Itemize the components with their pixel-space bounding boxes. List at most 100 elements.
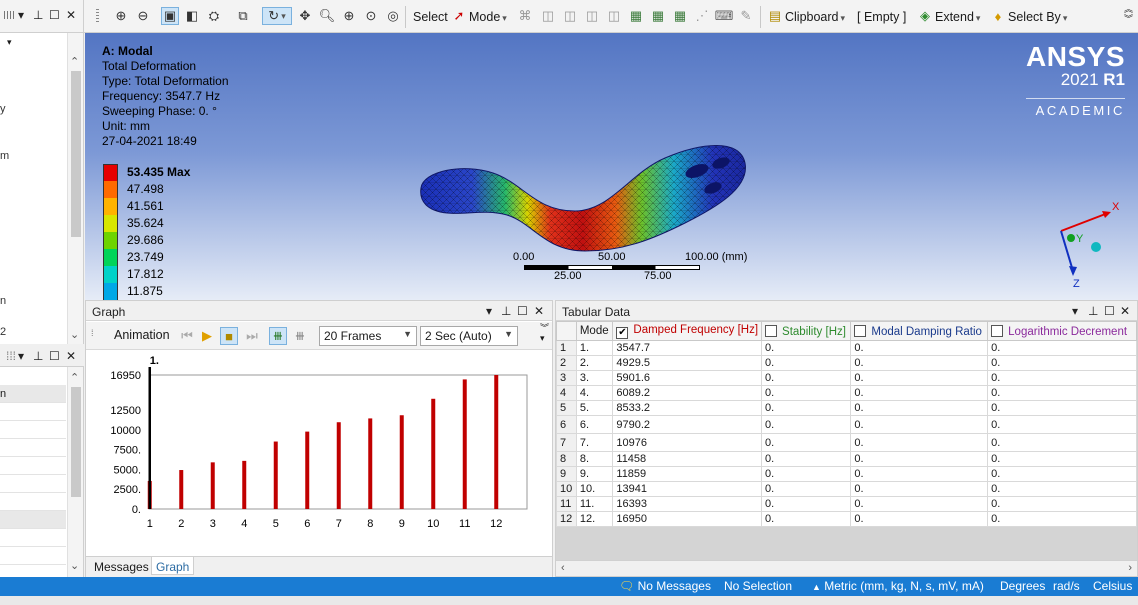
checkbox[interactable] [854, 324, 867, 337]
table-cell[interactable]: 0. [987, 481, 1137, 497]
scroll-down-icon[interactable]: ⌄ [70, 559, 79, 572]
tabular-hscrollbar[interactable]: ‹ › [556, 560, 1137, 576]
details-row[interactable] [0, 475, 66, 493]
table-cell[interactable]: 2. [575, 355, 614, 371]
table-cell[interactable]: 0. [850, 496, 989, 512]
table-row[interactable]: 9 9. 11859 0. 0. 0. [556, 466, 1137, 482]
scroll-thumb[interactable] [71, 387, 81, 497]
table-cell[interactable]: 0. [987, 496, 1137, 512]
rate-unit-status[interactable]: rad/s [1053, 579, 1080, 593]
table-cell[interactable]: 5. [575, 400, 614, 416]
scroll-down-icon[interactable]: ⌄ [70, 328, 79, 341]
chart-bar[interactable] [179, 470, 184, 509]
duration-select[interactable]: 2 Sec (Auto) ▼ [420, 326, 518, 346]
dropdown-icon[interactable]: ▾ [1072, 304, 1078, 318]
table-cell[interactable]: 3. [575, 370, 614, 386]
table-cell[interactable]: 13941 [612, 481, 763, 497]
table-cell[interactable]: 0. [987, 511, 1137, 527]
table-cell[interactable]: 0. [987, 400, 1137, 416]
axis-triad[interactable]: X Y Z [1053, 198, 1123, 288]
tree-node-fragment[interactable]: n [0, 295, 6, 307]
element-select-icon[interactable]: ▦ [627, 7, 645, 25]
shaded-view-icon[interactable]: ◧ [183, 7, 201, 25]
tree-node-fragment[interactable]: 2 [0, 326, 6, 338]
chart-bar[interactable] [368, 418, 373, 509]
face-select-icon[interactable]: ◫ [561, 7, 579, 25]
table-cell[interactable]: 11. [575, 496, 614, 512]
checkbox-checked[interactable]: ✔ [616, 326, 629, 339]
probe-icon[interactable]: ⋰ [693, 7, 711, 25]
unit-system-status[interactable]: ▲ Metric (mm, kg, N, s, mV, mA) [812, 579, 984, 593]
temperature-unit-status[interactable]: Celsius [1093, 579, 1132, 593]
table-cell[interactable]: 0. [850, 466, 989, 482]
table-cell[interactable]: 0. [761, 466, 852, 482]
table-cell[interactable]: 0. [761, 511, 852, 527]
scroll-up-icon[interactable]: ⌃ [70, 371, 79, 384]
maximize-icon[interactable]: ☐ [1104, 304, 1115, 318]
table-cell[interactable]: 3547.7 [612, 340, 763, 356]
table-cell[interactable]: 9. [575, 466, 614, 482]
table-cell[interactable]: 0. [987, 385, 1137, 401]
table-cell[interactable]: 4. [575, 385, 614, 401]
maximize-icon[interactable]: ☐ [517, 304, 528, 318]
table-cell[interactable]: 0. [987, 340, 1137, 356]
pin-icon[interactable]: ⊥ [1088, 304, 1098, 318]
close-icon[interactable]: ✕ [66, 8, 76, 22]
dropdown-icon[interactable]: ▾ [18, 349, 24, 363]
clipboard-dropdown[interactable]: Clipboard ▾ [785, 10, 845, 24]
details-row[interactable] [0, 547, 66, 565]
zoom-in-icon[interactable]: ⊕ [112, 7, 130, 25]
solid-view-icon[interactable]: ▣ [161, 7, 179, 25]
table-cell[interactable]: 0. [850, 433, 989, 452]
table-cell[interactable]: 0. [761, 400, 852, 416]
zoom-fit-icon[interactable]: ⊙ [362, 7, 380, 25]
result-sets-icon[interactable]: ⧻ [291, 327, 309, 345]
messages-status[interactable]: 🗨︎ No Messages [619, 579, 711, 593]
close-icon[interactable]: ✕ [66, 349, 76, 363]
chart-bar[interactable] [494, 375, 499, 509]
tree-node-fragment[interactable]: y [0, 103, 6, 115]
mesh-select-icon[interactable]: ▦ [671, 7, 689, 25]
select-button[interactable]: Select [413, 10, 448, 24]
outline-scrollbar[interactable]: ⌃ ⌄ [67, 33, 83, 344]
table-cell[interactable]: 0. [761, 355, 852, 371]
body-select-icon[interactable]: ◫ [583, 7, 601, 25]
table-row[interactable]: 10 10. 13941 0. 0. 0. [556, 481, 1137, 497]
maximize-icon[interactable]: ☐ [49, 8, 60, 22]
next-frame-icon[interactable]: ⏭ [243, 327, 261, 345]
table-cell[interactable]: 0. [987, 451, 1137, 467]
distributed-frames-icon[interactable]: ⧻ [269, 327, 287, 345]
details-row[interactable] [0, 529, 66, 547]
row-number-cell[interactable]: 12 [556, 511, 577, 527]
table-row[interactable]: 4 4. 6089.2 0. 0. 0. [556, 385, 1137, 401]
column-header-damped-frequency[interactable]: ✔ Damped Frequency [Hz] [612, 321, 763, 341]
column-header-logarithmic-decrement[interactable]: Logarithmic Decrement [987, 321, 1137, 341]
column-header-mode[interactable]: Mode [575, 321, 614, 341]
mode-dropdown[interactable]: Mode ▾ [469, 10, 507, 24]
deformed-model[interactable] [415, 133, 755, 258]
table-cell[interactable]: 11859 [612, 466, 763, 482]
details-row[interactable] [0, 439, 66, 457]
table-cell[interactable]: 16950 [612, 511, 763, 527]
chart-bar[interactable] [399, 415, 404, 509]
table-cell[interactable]: 11458 [612, 451, 763, 467]
graphics-viewport[interactable]: A: Modal Total Deformation Type: Total D… [85, 33, 1138, 300]
dropdown-icon[interactable]: ▾ [486, 304, 492, 318]
table-row[interactable]: 11 11. 16393 0. 0. 0. [556, 496, 1137, 512]
chart-bar[interactable] [462, 379, 467, 509]
table-row[interactable]: 8 8. 11458 0. 0. 0. [556, 451, 1137, 467]
table-cell[interactable]: 0. [987, 433, 1137, 452]
table-cell[interactable]: 12. [575, 511, 614, 527]
details-row[interactable] [0, 421, 66, 439]
chevron-down-icon[interactable]: ▾ [7, 37, 12, 48]
box-zoom-icon[interactable]: ⊕ [340, 7, 358, 25]
row-number-cell[interactable]: 5 [556, 400, 577, 416]
tab-messages[interactable]: Messages [90, 560, 153, 574]
chart-bar[interactable] [273, 441, 278, 509]
row-number-cell[interactable]: 8 [556, 451, 577, 467]
wireframe-view-icon[interactable]: ⛭ [205, 7, 223, 25]
element-face-select-icon[interactable]: ▦ [649, 7, 667, 25]
rotate-tool-icon[interactable]: ↻ ▾ [262, 7, 292, 25]
table-cell[interactable]: 10. [575, 481, 614, 497]
table-cell[interactable]: 16393 [612, 496, 763, 512]
